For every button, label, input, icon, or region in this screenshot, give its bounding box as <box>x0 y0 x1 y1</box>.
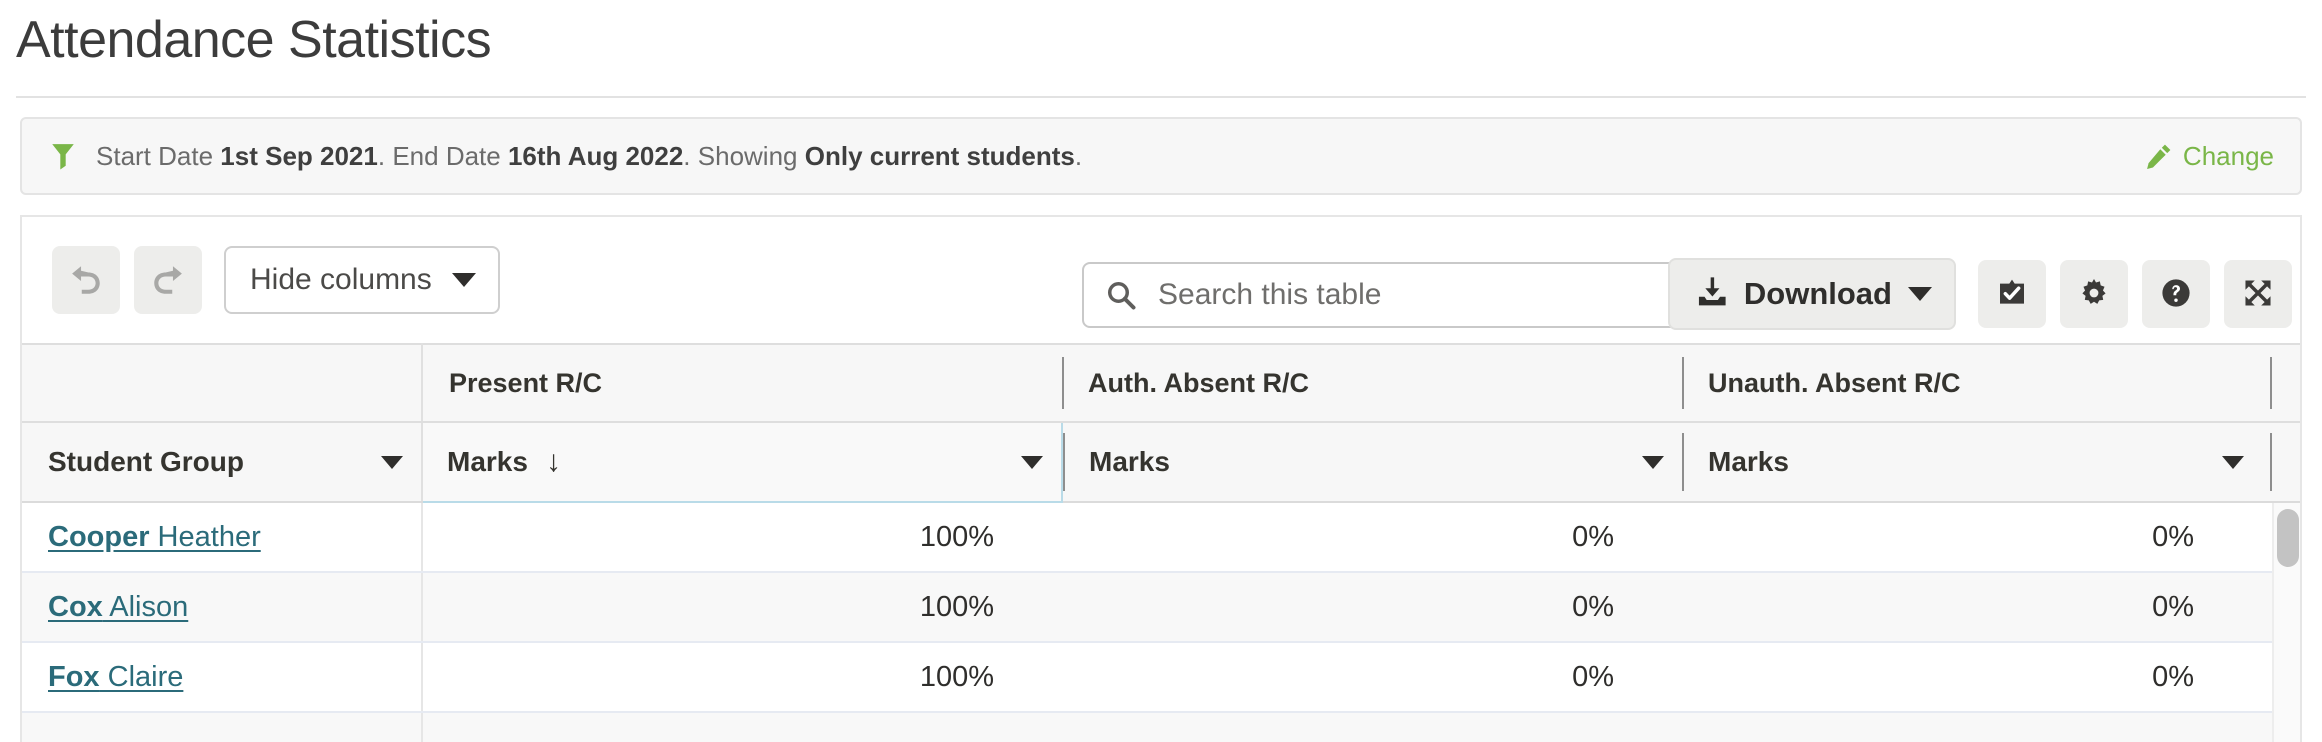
gear-icon <box>2078 277 2110 312</box>
unauth-absent-value: 0% <box>1682 502 2262 572</box>
present-value <box>422 712 1062 742</box>
attendance-grid: Present R/C Auth. Absent R/C Unauth. Abs… <box>22 343 2302 742</box>
showing-value: Only current students <box>805 141 1075 171</box>
checkbox-checked-icon <box>1996 277 2028 312</box>
filter-header-scroll-spacer <box>2262 422 2302 502</box>
group-header-auth-absent: Auth. Absent R/C <box>1062 344 1682 422</box>
filter-icon <box>50 142 76 170</box>
sep-3: . <box>1075 141 1082 171</box>
undo-button[interactable] <box>52 246 120 314</box>
page-title: Attendance Statistics <box>0 0 2322 72</box>
chevron-down-icon <box>1642 456 1664 469</box>
help-button[interactable] <box>2142 260 2210 328</box>
toolbar-right-actions: Download <box>1668 258 2292 330</box>
select-rows-button[interactable] <box>1978 260 2046 328</box>
attendance-statistics-page: Attendance Statistics Start Date 1st Sep… <box>0 0 2322 742</box>
group-header-unauth-absent: Unauth. Absent R/C <box>1682 344 2262 422</box>
attendance-table: Present R/C Auth. Absent R/C Unauth. Abs… <box>20 343 2302 742</box>
auth-absent-value: 0% <box>1062 572 1682 642</box>
table-vertical-scrollbar[interactable] <box>2272 503 2300 742</box>
student-surname: Fox <box>48 661 100 693</box>
redo-button[interactable] <box>134 246 202 314</box>
attendance-table-body: Cooper Heather 100% 0% 0% Cox Alison 100… <box>22 502 2302 742</box>
student-given-name: Alison <box>103 591 188 623</box>
auth-absent-value: 0% <box>1062 642 1682 712</box>
change-label: Change <box>2183 141 2274 172</box>
hide-columns-dropdown[interactable]: Hide columns <box>224 246 500 314</box>
student-link[interactable]: Fox Claire <box>48 661 183 693</box>
auth-absent-value: 0% <box>1062 502 1682 572</box>
chevron-down-icon <box>2222 456 2244 469</box>
hide-columns-label: Hide columns <box>250 263 432 297</box>
filter-summary-bar: Start Date 1st Sep 2021. End Date 16th A… <box>20 117 2302 195</box>
student-surname: Cox <box>48 591 103 623</box>
table-row[interactable]: Fox Claire 100% 0% 0% <box>22 642 2302 712</box>
search-box[interactable] <box>1082 262 1690 328</box>
sort-descending-icon: ↓ <box>546 445 561 479</box>
header-unauth-absent-marks[interactable]: Marks <box>1682 422 2262 502</box>
chevron-down-icon <box>381 456 403 469</box>
question-circle-icon <box>2160 277 2192 312</box>
expand-arrows-icon <box>2242 277 2274 312</box>
group-header-blank <box>22 344 422 422</box>
header-unauth-absent-marks-label: Marks <box>1708 446 1789 478</box>
student-surname: Cooper <box>48 521 150 553</box>
student-given-name: Claire <box>100 661 184 693</box>
chevron-down-icon <box>1908 287 1932 301</box>
change-filter-link[interactable]: Change <box>2146 141 2274 172</box>
unauth-absent-value <box>1682 712 2262 742</box>
end-date-value: 16th Aug 2022 <box>508 141 683 171</box>
student-name-cell: Cooper Heather <box>22 502 422 572</box>
student-given-name: Heather <box>150 521 261 553</box>
group-header-scroll-spacer <box>2262 344 2302 422</box>
header-student-group-label: Student Group <box>48 446 244 478</box>
sep-1: . <box>378 141 385 171</box>
download-button[interactable]: Download <box>1668 258 1956 330</box>
column-group-header-row: Present R/C Auth. Absent R/C Unauth. Abs… <box>22 344 2302 422</box>
showing-label: Showing <box>698 141 798 171</box>
search-icon <box>1106 280 1136 310</box>
present-value: 100% <box>422 642 1062 712</box>
student-name-cell <box>22 712 422 742</box>
filter-summary-text-group: Start Date 1st Sep 2021. End Date 16th A… <box>50 141 2146 171</box>
table-row[interactable]: Cooper Heather 100% 0% 0% <box>22 502 2302 572</box>
filter-summary-text: Start Date 1st Sep 2021. End Date 16th A… <box>96 141 1082 171</box>
header-student-group[interactable]: Student Group <box>22 422 422 502</box>
header-present-marks-label: Marks <box>447 446 528 478</box>
pencil-icon <box>2146 143 2172 169</box>
present-value: 100% <box>422 572 1062 642</box>
fullscreen-button[interactable] <box>2224 260 2292 328</box>
unauth-absent-value: 0% <box>1682 642 2262 712</box>
title-divider <box>16 96 2306 98</box>
header-auth-absent-marks-label: Marks <box>1089 446 1170 478</box>
chevron-down-icon <box>1021 456 1043 469</box>
end-date-label: End Date <box>392 141 500 171</box>
redo-arrow-icon <box>151 262 185 299</box>
student-name-cell: Cox Alison <box>22 572 422 642</box>
undo-arrow-icon <box>69 262 103 299</box>
search-input[interactable] <box>1158 278 1638 312</box>
header-present-marks[interactable]: Marks ↓ <box>422 422 1062 502</box>
table-row[interactable]: Cox Alison 100% 0% 0% <box>22 572 2302 642</box>
settings-button[interactable] <box>2060 260 2128 328</box>
student-link[interactable]: Cox Alison <box>48 591 188 623</box>
auth-absent-value <box>1062 712 1682 742</box>
student-link[interactable]: Cooper Heather <box>48 521 261 553</box>
unauth-absent-value: 0% <box>1682 572 2262 642</box>
start-date-value: 1st Sep 2021 <box>220 141 378 171</box>
column-filter-header-row: Student Group Marks ↓ <box>22 422 2302 502</box>
present-value: 100% <box>422 502 1062 572</box>
student-name-cell: Fox Claire <box>22 642 422 712</box>
download-tray-icon <box>1696 276 1728 313</box>
group-header-present: Present R/C <box>422 344 1062 422</box>
chevron-down-icon <box>452 273 476 287</box>
start-date-label: Start Date <box>96 141 213 171</box>
download-label: Download <box>1744 276 1892 312</box>
table-row[interactable] <box>22 712 2302 742</box>
sep-2: . <box>683 141 690 171</box>
header-auth-absent-marks[interactable]: Marks <box>1062 422 1682 502</box>
scrollbar-thumb[interactable] <box>2277 509 2299 567</box>
